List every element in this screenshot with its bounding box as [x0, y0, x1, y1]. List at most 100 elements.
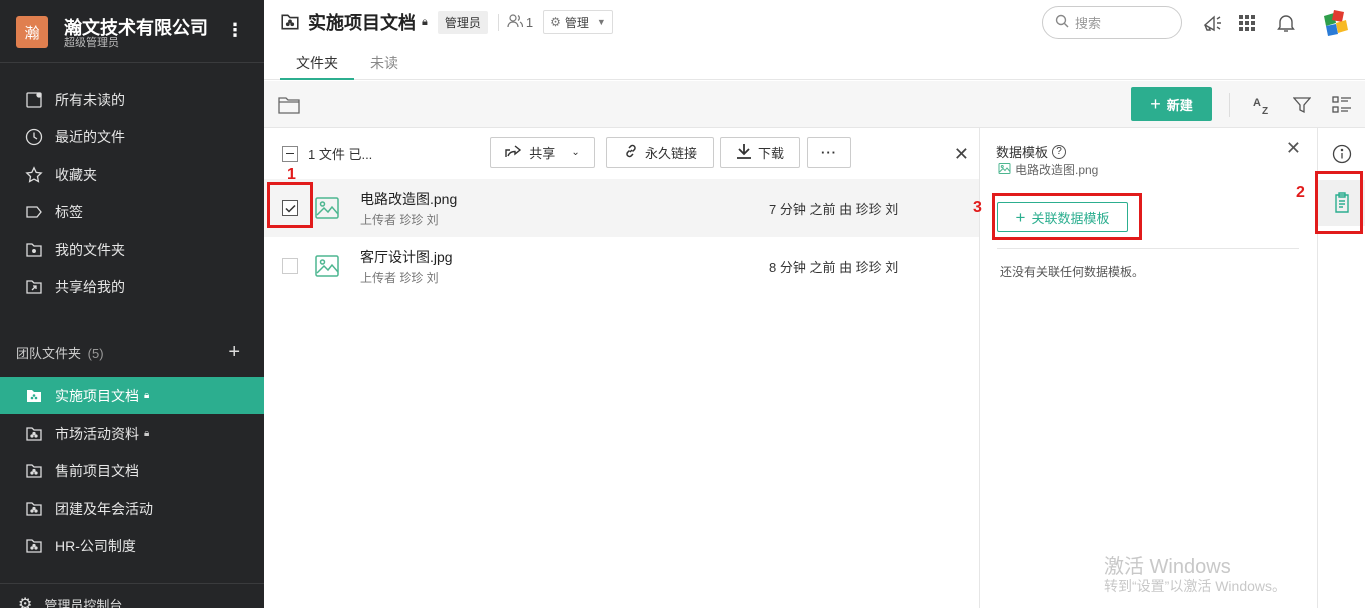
download-button[interactable]: 下载 [720, 137, 800, 168]
deselect-all-checkbox[interactable] [282, 145, 298, 162]
apps-grid-icon[interactable] [1236, 12, 1258, 34]
tab-folders[interactable]: 文件夹 [280, 44, 354, 80]
team-folder-label: 团建及年会活动 [55, 500, 153, 517]
info-icon[interactable] [1318, 134, 1365, 174]
star-icon [24, 165, 44, 185]
view-options-icon[interactable] [1331, 94, 1353, 116]
permalink-label: 永久链接 [644, 146, 697, 161]
team-folder-item[interactable]: 实施项目文档 🔒︎ [0, 377, 264, 414]
sidebar-item-label: 共享给我的 [55, 278, 125, 295]
admin-console-link[interactable]: ⚙ 管理员控制台 [18, 594, 122, 608]
product-logo-icon[interactable] [1320, 6, 1352, 38]
title-row: 实施项目文档 🔒︎ 管理员 1 ⚙ 管理 ▼ [280, 10, 613, 34]
gear-icon: ⚙ [18, 596, 33, 608]
file-name[interactable]: 客厅设计图.jpg [360, 247, 453, 267]
panel-title: 数据模板 ? [996, 142, 1067, 161]
annotation-box [1315, 171, 1363, 234]
file-uploader: 上传者 珍珍 刘 [360, 271, 439, 285]
members-button[interactable]: 1 [497, 13, 534, 31]
svg-text:Z: Z [1262, 106, 1268, 115]
manage-dropdown[interactable]: ⚙ 管理 ▼ [543, 10, 613, 34]
sort-az-icon[interactable]: AZ [1251, 94, 1273, 116]
member-count: 1 [525, 14, 534, 30]
new-button-label: 新建 [1166, 97, 1193, 113]
shared-folder-icon [24, 277, 44, 297]
divider [997, 248, 1299, 249]
users-icon [507, 13, 523, 31]
sidebar-item-recent[interactable]: 最近的文件 [0, 118, 264, 155]
caret-down-icon: ▼ [596, 17, 606, 27]
team-folder-item[interactable]: HR-公司制度 [0, 527, 264, 564]
header: 实施项目文档 🔒︎ 管理员 1 ⚙ 管理 ▼ 搜索 文件夹 未读 [264, 0, 1365, 80]
file-name[interactable]: 电路改造图.png [360, 189, 457, 209]
lock-icon: 🔒︎ [144, 390, 150, 401]
kebab-menu-icon[interactable]: ⋮ [226, 20, 244, 40]
annotation-box [267, 182, 313, 228]
team-folders-count: (5) [87, 346, 104, 361]
sidebar-item-label: 所有未读的 [55, 91, 125, 108]
close-icon[interactable]: ✕ [954, 144, 969, 165]
svg-text:A: A [1253, 97, 1261, 109]
selection-action-bar: 1 文件 已... 共享 ⌄ 永久链接 下载 ··· ✕ [264, 128, 979, 180]
share-icon [505, 144, 523, 161]
table-row[interactable]: 客厅设计图.jpg 上传者 珍珍 刘 8 分钟 之前 由 珍珍 刘 [264, 237, 979, 295]
folder-icon[interactable] [278, 94, 300, 116]
new-button[interactable]: + 新建 [1131, 87, 1212, 121]
empty-state-text: 还没有关联任何数据模板。 [1000, 265, 1145, 279]
sidebar-item-favorites[interactable]: 收藏夹 [0, 156, 264, 193]
chevron-down-icon[interactable]: ⌄ [571, 147, 579, 158]
announcement-icon[interactable] [1202, 12, 1224, 34]
divider [0, 62, 264, 63]
search-input[interactable]: 搜索 [1042, 6, 1182, 39]
org-switcher[interactable]: 瀚 瀚文技术有限公司 超级管理员 ⋮ [16, 14, 248, 50]
download-label: 下载 [757, 146, 784, 161]
unread-icon [24, 90, 44, 110]
search-placeholder: 搜索 [1075, 16, 1102, 31]
bell-icon[interactable] [1275, 12, 1297, 34]
team-folder-item[interactable]: 市场活动资料 🔒︎ [0, 415, 264, 452]
sidebar-item-my-folder[interactable]: 我的文件夹 [0, 231, 264, 268]
gear-icon: ⚙ [550, 15, 561, 29]
selection-count: 1 文件 已... [282, 144, 372, 163]
permalink-button[interactable]: 永久链接 [606, 137, 714, 168]
team-folder-label: 实施项目文档 [55, 387, 139, 404]
panel-file-name: 电路改造图.png [1015, 163, 1099, 177]
windows-watermark-title: 激活 Windows [1104, 556, 1231, 578]
table-row[interactable]: 电路改造图.png 上传者 珍珍 刘 7 分钟 之前 由 珍珍 刘 [264, 179, 979, 237]
team-folder-item[interactable]: 售前项目文档 [0, 452, 264, 489]
team-folder-label: 售前项目文档 [55, 462, 139, 479]
sidebar-item-tags[interactable]: 标签 [0, 193, 264, 230]
panel-title-text: 数据模板 [996, 145, 1049, 160]
panel-file: 电路改造图.png [998, 161, 1098, 178]
team-folders-title: 团队文件夹 [16, 346, 82, 361]
image-file-icon [998, 162, 1011, 178]
download-icon [736, 143, 752, 162]
share-label: 共享 [529, 146, 556, 161]
team-folder-icon [24, 536, 44, 556]
filter-icon[interactable] [1291, 94, 1313, 116]
toolbar: + 新建 AZ [264, 81, 1365, 128]
sidebar-item-shared-with-me[interactable]: 共享给我的 [0, 268, 264, 305]
sidebar-item-unread[interactable]: 所有未读的 [0, 81, 264, 118]
row-checkbox[interactable] [282, 258, 298, 274]
team-folders-header: 团队文件夹 (5) + [16, 341, 248, 365]
search-icon [1055, 14, 1069, 31]
sidebar: 瀚 瀚文技术有限公司 超级管理员 ⋮ 所有未读的 最近的文件 收藏夹 标签 我的… [0, 0, 264, 608]
share-button[interactable]: 共享 ⌄ [490, 137, 595, 168]
more-actions-button[interactable]: ··· [807, 137, 851, 168]
team-folder-item[interactable]: 团建及年会活动 [0, 490, 264, 527]
close-icon[interactable]: ✕ [1286, 138, 1301, 159]
annotation-number: 2 [1296, 184, 1305, 201]
role-badge: 管理员 [437, 10, 488, 34]
help-icon[interactable]: ? [1052, 144, 1067, 159]
selection-count-text: 1 文件 已... [308, 147, 373, 162]
add-team-folder-icon[interactable]: + [228, 341, 240, 364]
my-folder-icon [24, 240, 44, 260]
lock-icon: 🔒︎ [144, 428, 150, 439]
annotation-box [992, 193, 1142, 240]
file-list: 1 文件 已... 共享 ⌄ 永久链接 下载 ··· ✕ 电路改造图.png 上… [264, 128, 979, 608]
tag-icon [24, 202, 44, 222]
tab-unread[interactable]: 未读 [354, 44, 414, 80]
sidebar-item-label: 最近的文件 [55, 128, 125, 145]
divider [1229, 93, 1230, 117]
